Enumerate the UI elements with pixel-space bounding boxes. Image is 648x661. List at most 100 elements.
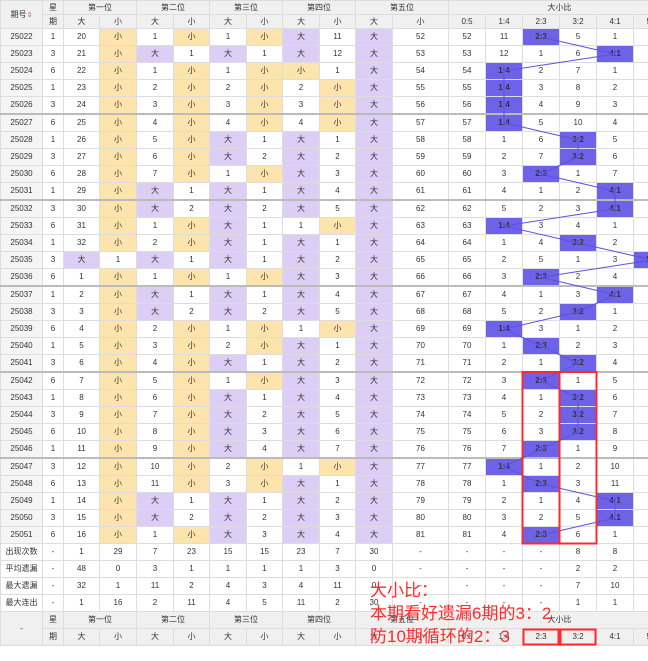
ratio-miss-cell: 5 xyxy=(596,131,634,149)
position-cell: 3 xyxy=(136,337,174,355)
period-cell: 25036 xyxy=(0,268,43,287)
table-row: 2504439小7小大2大5大7474523:279 xyxy=(0,406,648,424)
ratio-miss-cell: 3 xyxy=(522,320,560,338)
ratio-miss-cell: 8 xyxy=(632,389,648,407)
ratio-miss-cell: 1 xyxy=(559,251,597,269)
position-cell: 大 xyxy=(355,148,393,166)
note-line2: 本期看好遗漏6期的3：2 xyxy=(370,604,552,623)
ratio-miss-cell: 1 xyxy=(559,320,597,338)
weekday-cell: 6 xyxy=(42,113,64,132)
ratio-hit-cell: 3:2 xyxy=(559,234,597,252)
position-cell: 小 xyxy=(173,371,210,390)
position-cell: 大 xyxy=(355,371,393,390)
weekday-cell: 6 xyxy=(42,423,64,441)
stat-value: 15 xyxy=(209,543,247,561)
position-cell: 大 xyxy=(209,251,247,269)
position-cell: 大 xyxy=(136,492,174,510)
ratio-miss-cell: 2 xyxy=(485,251,523,269)
ratio-miss-cell: 69 xyxy=(448,320,486,338)
position-cell: 小 xyxy=(99,217,137,235)
stat-value: 23 xyxy=(282,543,320,561)
position-cell: 1 xyxy=(282,457,320,476)
position-cell: 大 xyxy=(282,389,320,407)
position-cell: 16 xyxy=(63,526,100,544)
position-cell: 78 xyxy=(392,475,449,493)
position-cell: 大 xyxy=(282,148,320,166)
table-row: 2503712小大1大1大4大67674134:12 xyxy=(0,285,648,304)
position-cell: 大 xyxy=(355,28,393,46)
position-cell: 3 xyxy=(319,509,356,527)
position-cell: 1 xyxy=(209,320,247,338)
position-cell: 4 xyxy=(319,389,356,407)
position-cell: 小 xyxy=(246,113,283,132)
weekday-cell: 3 xyxy=(42,303,64,321)
table-row: 25033631小1小大11小大63631:434131 xyxy=(0,217,648,235)
ratio-miss-cell: 1 xyxy=(522,457,560,476)
stat-value: 11 xyxy=(319,577,356,595)
position-cell: 大 xyxy=(282,303,320,321)
weekday-cell: 3 xyxy=(42,199,64,218)
position-cell: 10 xyxy=(63,423,100,441)
ratio-miss-cell: 4 xyxy=(485,285,523,304)
ratio-miss-cell: 64 xyxy=(448,234,486,252)
position-cell: 2 xyxy=(246,303,283,321)
position-cell: 3 xyxy=(319,165,356,183)
stat-value: 2 xyxy=(319,594,356,612)
ratio-miss-cell: 3 xyxy=(522,217,560,235)
ratio-hit-cell: 4:1 xyxy=(596,285,634,304)
position-cell: 大 xyxy=(282,509,320,527)
position-cell: 1 xyxy=(173,182,210,201)
ratio-miss-cell: 6 xyxy=(485,423,523,441)
position-cell: 67 xyxy=(392,285,449,304)
position-cell: 小 xyxy=(173,234,210,252)
ratio-miss-cell: 1 xyxy=(596,526,634,544)
ratio-miss-cell: 80 xyxy=(448,509,486,527)
position-cell: 4 xyxy=(319,526,356,544)
ratio-hit-cell: 1:4 xyxy=(485,96,523,115)
position-cell: 大 xyxy=(282,354,320,373)
stat-label: 最大遗漏 xyxy=(0,577,43,595)
stat-value: - xyxy=(522,543,560,561)
stat-value: - xyxy=(522,560,560,578)
period-cell: 25032 xyxy=(0,199,43,218)
ratio-hit-cell: 2:3 xyxy=(522,165,560,183)
ratio-miss-cell: 3 xyxy=(596,337,634,355)
position-cell: 小 xyxy=(173,406,210,424)
period-header[interactable]: 期号⇕ xyxy=(0,0,43,29)
stat-value: - xyxy=(42,577,64,595)
stat-value: 2 xyxy=(559,560,597,578)
stat-value: 3 xyxy=(246,577,283,595)
ratio-col-header: 1:4 xyxy=(485,14,523,29)
ratio-miss-cell: 21 xyxy=(632,45,648,63)
position-cell: 1 xyxy=(246,234,283,252)
position-cell: 大 xyxy=(209,148,247,166)
ratio-miss-cell: 20 xyxy=(632,28,648,46)
ratio-miss-cell: 60 xyxy=(448,165,486,183)
position-cell: 1 xyxy=(173,251,210,269)
weekday-cell: 6 xyxy=(42,475,64,493)
position-cell: 大 xyxy=(282,28,320,46)
position-cell: 2 xyxy=(173,199,210,218)
period-cell: 25023 xyxy=(0,45,43,63)
stat-value: 4 xyxy=(209,577,247,595)
ratio-hit-cell: 3:2 xyxy=(559,148,597,166)
small-label: 小 xyxy=(246,14,283,29)
position-cell: 5 xyxy=(319,303,356,321)
position-cell: 大 xyxy=(355,268,393,287)
position-cell: 60 xyxy=(392,165,449,183)
position-cell: 5 xyxy=(319,406,356,424)
stat-value: - xyxy=(392,543,449,561)
position-cell: 1 xyxy=(209,371,247,390)
sort-icon[interactable]: ⇕ xyxy=(27,12,33,19)
position-cell: 大 xyxy=(355,113,393,132)
ratio-miss-cell: 1 xyxy=(485,475,523,493)
position-cell: 15 xyxy=(63,509,100,527)
position-cell: 4 xyxy=(63,320,100,338)
position-cell: 3 xyxy=(136,96,174,115)
position-cell: 大 xyxy=(209,406,247,424)
position-cell: 1 xyxy=(246,182,283,201)
ratio-miss-cell: 59 xyxy=(448,148,486,166)
position-cell: 小 xyxy=(282,62,320,80)
position-cell: 4 xyxy=(282,113,320,132)
position-cell: 5 xyxy=(136,131,174,149)
